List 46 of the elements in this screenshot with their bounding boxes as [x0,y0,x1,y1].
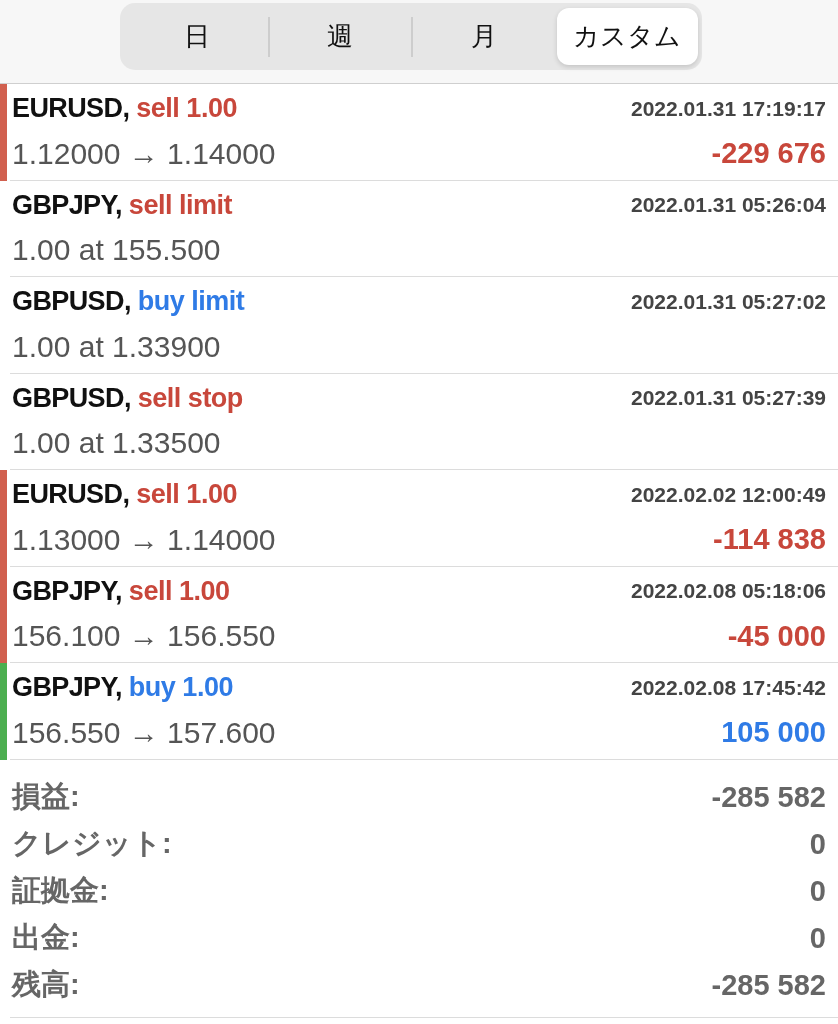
time-text: 2022.02.08 05:18:06 [631,579,826,603]
time-text: 2022.01.31 17:19:17 [631,96,826,121]
order-type-text: sell 1.00 [136,93,237,124]
profit-text: -114 838 [713,523,826,556]
time-text: 2022.02.08 17:45:42 [631,675,826,700]
time-text: 2022.01.31 05:27:02 [631,289,826,314]
price-text: 1.00 at 1.33500 [12,426,221,460]
order-type-text: sell limit [128,189,232,221]
order-type-text: sell 1.00 [136,479,237,510]
price-text: 1.00 at 155.500 [12,233,221,267]
symbol-text: GBPJPY, [12,189,122,221]
summary-label: 損益: [12,779,80,814]
order-type-text: sell stop [137,382,243,414]
summary-value: 0 [809,921,826,955]
summary-value: 0 [809,874,826,908]
symbol-text: GBPUSD, [12,382,131,414]
order-type-text: sell 1.00 [128,575,230,607]
period-tab[interactable]: 日 [126,8,268,65]
symbol-text: GBPUSD, [12,286,131,317]
summary-value: -285 582 [711,780,826,814]
summary-value: 0 [809,827,826,861]
summary-value: -285 582 [711,968,826,1002]
price-text: 1.12000 → 1.14000 [12,136,276,171]
period-tab[interactable]: 週 [269,8,411,65]
profit-text: 105 000 [721,716,826,749]
time-text: 2022.01.31 05:27:39 [631,386,826,410]
price-text: 1.13000 → 1.14000 [12,522,276,557]
period-tab[interactable]: 月 [413,8,555,65]
order-type-text: buy 1.00 [128,672,233,703]
summary-label: クレジット: [12,826,172,861]
summary-label: 残高: [12,967,80,1002]
price-text: 156.550 → 157.600 [12,715,276,750]
symbol-text: EURUSD, [12,93,130,124]
symbol-text: GBPJPY, [12,672,122,703]
symbol-text: GBPJPY, [12,575,122,607]
time-text: 2022.01.31 05:26:04 [631,193,826,217]
symbol-text: EURUSD, [12,479,130,510]
price-text: 1.00 at 1.33900 [12,329,221,364]
summary-label: 出金: [12,920,80,955]
time-text: 2022.02.02 12:00:49 [631,482,826,507]
period-tab[interactable]: カスタム [556,8,698,65]
profit-text: -45 000 [727,619,826,653]
price-text: 156.100 → 156.550 [12,619,276,653]
order-type-text: buy limit [137,286,245,317]
summary-label: 証拠金: [12,873,109,908]
profit-text: -229 676 [711,137,826,170]
